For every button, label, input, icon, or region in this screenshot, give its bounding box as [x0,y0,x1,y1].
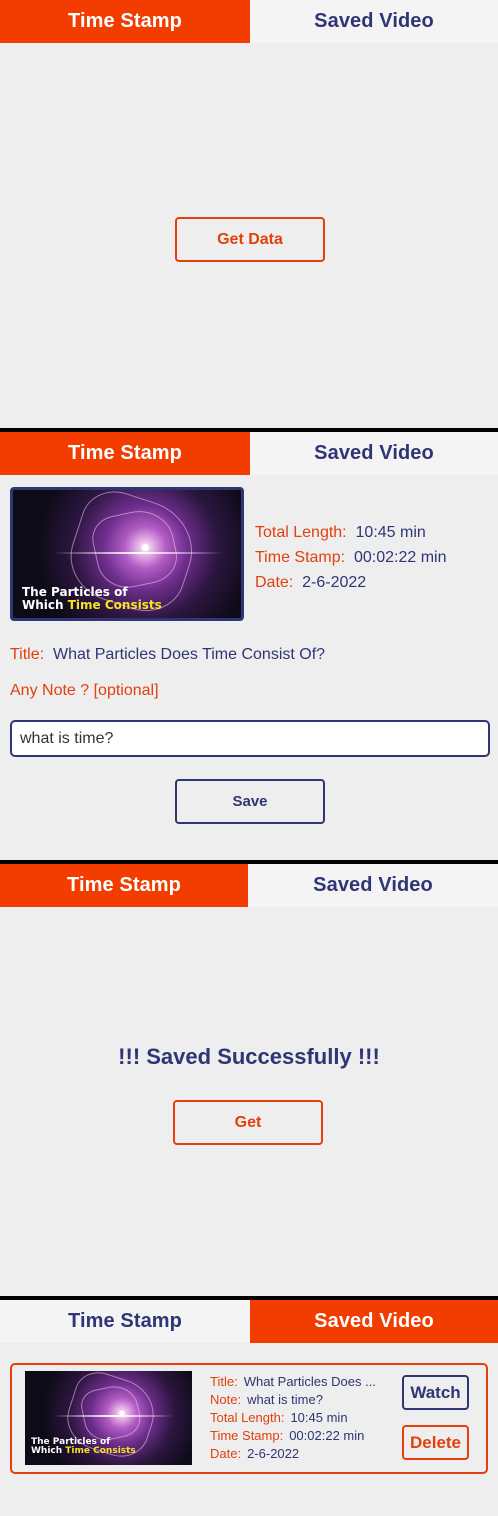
card-note-row: Note: what is time? [210,1392,323,1407]
panel-saved-videos: Time Stamp Saved Video The Particles of … [0,1300,498,1516]
time-stamp-label: Time Stamp: [255,549,346,566]
time-stamp-value: 00:02:22 min [353,549,447,566]
title-value: What Particles Does Time Consist Of? [52,646,326,663]
thumbnail-light-streak [53,552,223,554]
get-data-button[interactable]: Get Data [175,217,325,262]
thumbnail-caption: The Particles of Which Time Consists [31,1437,192,1457]
date-value: 2-6-2022 [302,574,367,591]
video-title-row: Title: What Particles Does Time Consist … [10,646,325,664]
save-button[interactable]: Save [175,779,325,824]
card-date-label: Date: [210,1446,242,1461]
card-title-row: Title: What Particles Does ... [210,1374,376,1389]
video-thumbnail: The Particles of Which Time Consists [10,487,244,621]
tab-bar: Time Stamp Saved Video [0,432,498,475]
tab-saved-video[interactable]: Saved Video [250,0,498,43]
card-title-label: Title: [210,1374,238,1389]
card-total-length-label: Total Length: [210,1410,285,1425]
total-length-label: Total Length: [255,524,347,541]
panel-video-details: Time Stamp Saved Video The Particles of … [0,432,498,860]
thumbnail-caption-line2: Which Time Consists [22,597,162,612]
card-note-value: what is time? [247,1392,323,1407]
card-total-length-row: Total Length: 10:45 min [210,1410,348,1425]
card-date-value: 2-6-2022 [247,1446,300,1461]
tab-saved-video[interactable]: Saved Video [248,864,498,907]
card-title-value: What Particles Does ... [243,1374,376,1389]
tab-time-stamp[interactable]: Time Stamp [0,1300,250,1343]
saved-video-thumbnail: The Particles of Which Time Consists [25,1371,192,1465]
tab-bar: Time Stamp Saved Video [0,1300,498,1343]
date-row: Date: 2-6-2022 [255,574,366,592]
note-input[interactable] [10,720,490,757]
watch-button[interactable]: Watch [402,1375,469,1410]
title-label: Title: [10,646,45,663]
success-message: !!! Saved Successfully !!! [118,1044,380,1069]
total-length-value: 10:45 min [355,524,426,541]
tab-saved-video[interactable]: Saved Video [250,432,498,475]
card-time-stamp-row: Time Stamp: 00:02:22 min [210,1428,364,1443]
card-time-stamp-label: Time Stamp: [210,1428,284,1443]
tab-saved-video[interactable]: Saved Video [250,1300,498,1343]
delete-button[interactable]: Delete [402,1425,469,1460]
thumbnail-caption-line2: Which Time Consists [31,1446,136,1457]
tab-bar: Time Stamp Saved Video [0,0,498,43]
tab-time-stamp[interactable]: Time Stamp [0,0,250,43]
card-total-length-value: 10:45 min [290,1410,348,1425]
card-note-label: Note: [210,1392,242,1407]
thumbnail-light-streak [53,1415,173,1417]
date-label: Date: [255,574,294,591]
get-button[interactable]: Get [173,1100,323,1145]
time-stamp-row: Time Stamp: 00:02:22 min [255,549,447,567]
card-time-stamp-value: 00:02:22 min [289,1428,365,1443]
panel-initial: Time Stamp Saved Video Get Data [0,0,498,428]
note-heading: Any Note ? [optional] [10,682,159,699]
panel-saved-confirmation: Time Stamp Saved Video !!! Saved Success… [0,864,498,1296]
thumbnail-caption: The Particles of Which Time Consists [22,586,241,611]
card-date-row: Date: 2-6-2022 [210,1446,299,1461]
tab-bar: Time Stamp Saved Video [0,864,498,907]
tab-time-stamp[interactable]: Time Stamp [0,432,250,475]
tab-time-stamp[interactable]: Time Stamp [0,864,248,907]
saved-video-card: The Particles of Which Time Consists Tit… [10,1363,488,1474]
total-length-row: Total Length: 10:45 min [255,524,426,542]
